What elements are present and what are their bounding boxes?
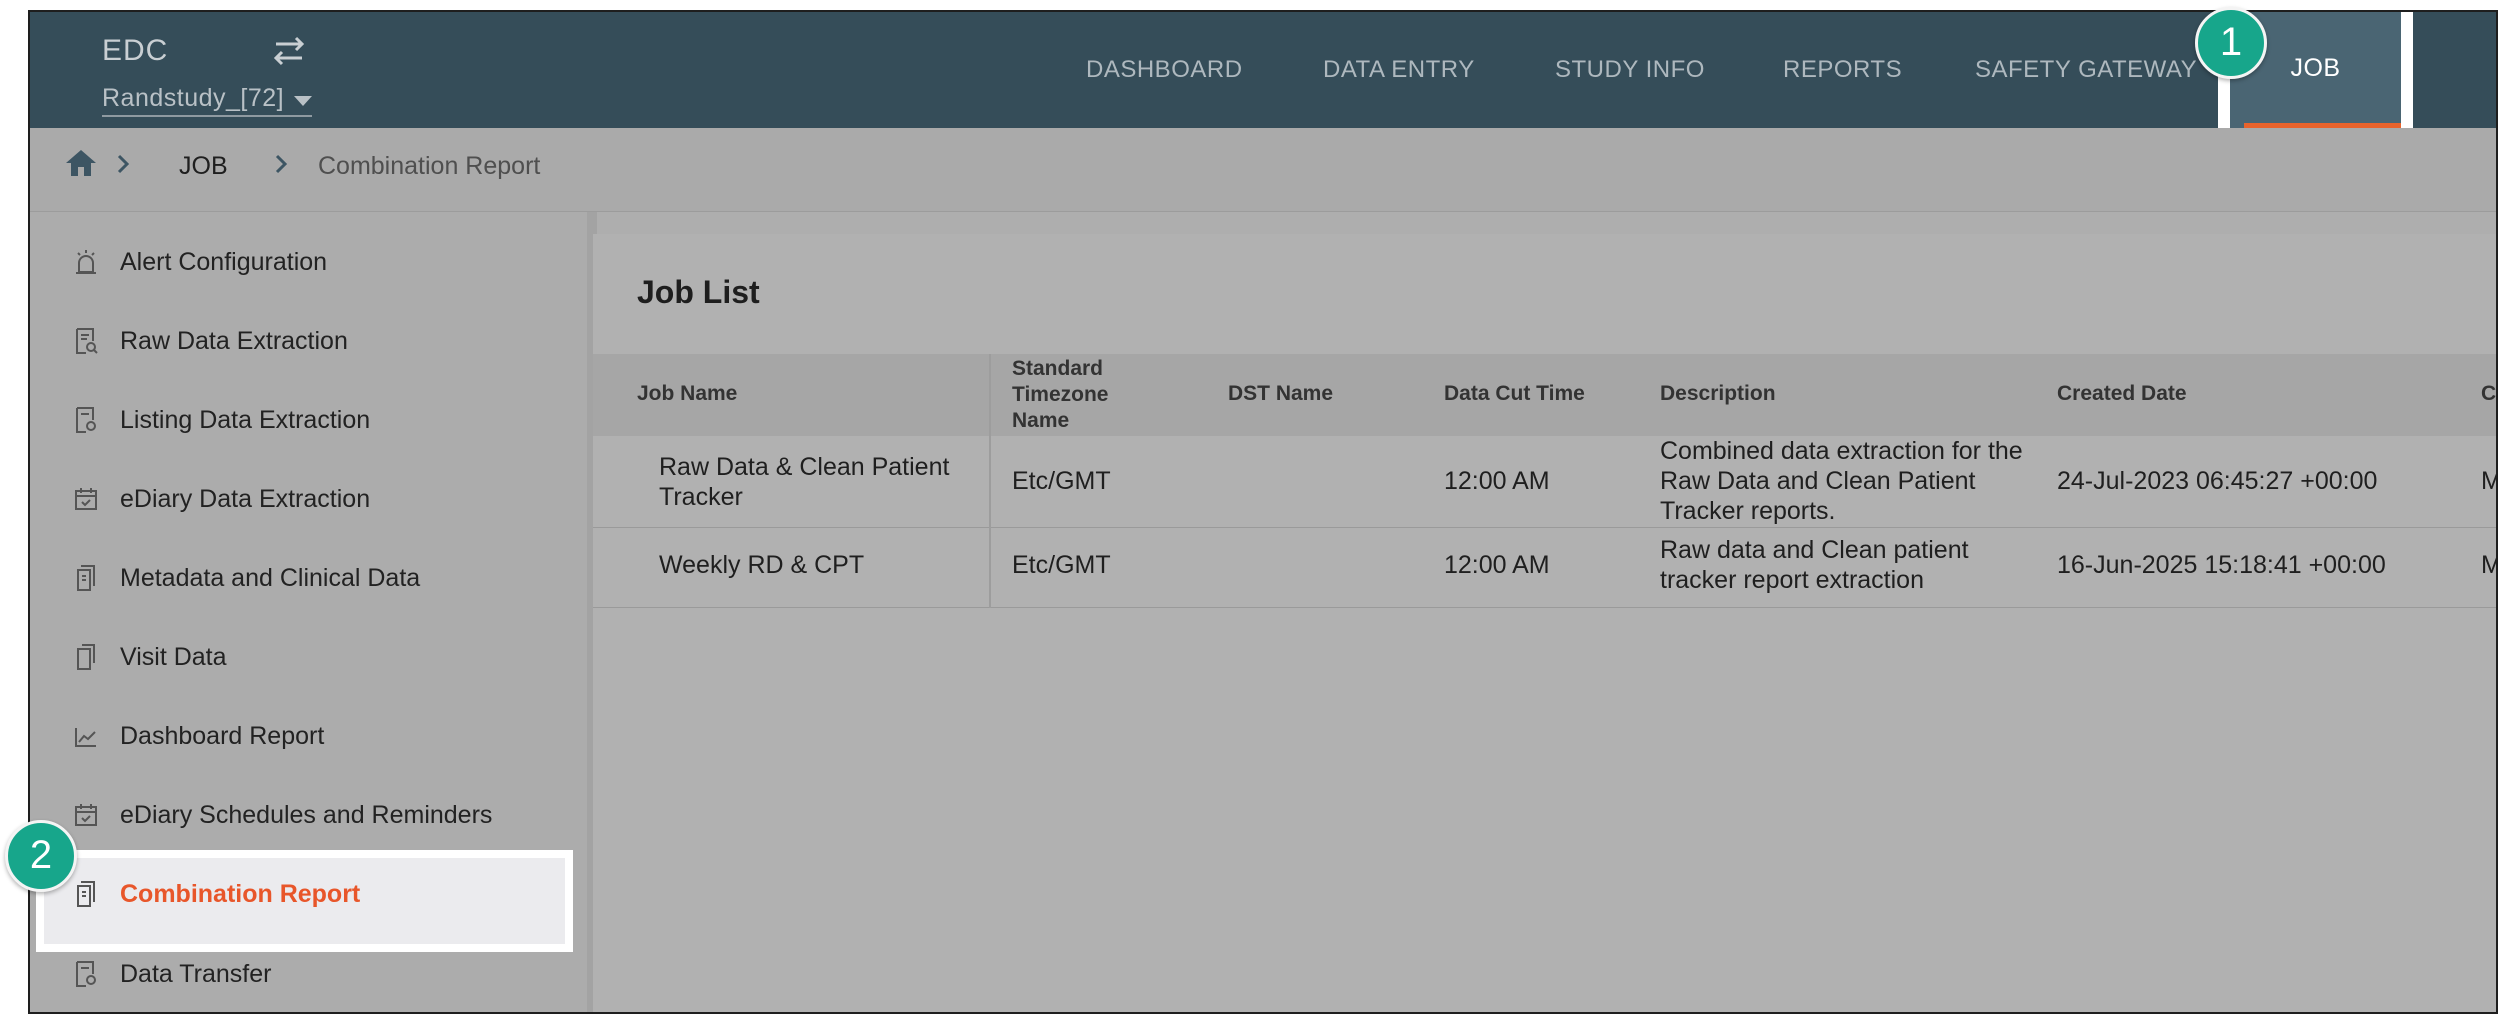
cell-timezone: Etc/GMT [1012,551,1111,579]
callout-badge-1: 1 [2195,7,2267,79]
document-search-icon [76,328,98,354]
breadcrumb: JOB Combination Report [30,128,2496,212]
sidebar-item-label: Visit Data [120,643,227,671]
cell-data-cut-time: 12:00 AM [1444,551,1550,579]
documents-icon [77,565,95,591]
top-navigation-bar: EDC Randstudy_[72] DASHBOARD DATA ENTRY … [30,12,2496,135]
cell-timezone: Etc/GMT [1012,467,1111,495]
documents-icon [77,881,95,907]
study-selector-label: Randstudy_[72] [102,84,285,112]
sidebar-item-alert-configuration[interactable]: Alert Configuration [30,228,587,298]
sidebar-item-raw-data-extraction[interactable]: Raw Data Extraction [30,307,587,377]
nav-data-entry[interactable]: DATA ENTRY [1323,12,1475,128]
job-list-card: Job List Job Name Standard Timezone Name… [593,234,2496,1012]
document-list-icon [76,407,96,433]
nav-dashboard-label: DASHBOARD [1086,56,1243,83]
nav-safety-gateway-label: SAFETY GATEWAY [1975,56,2198,83]
nav-safety-gateway[interactable]: SAFETY GATEWAY [1975,12,2197,128]
sidebar-item-label: eDiary Data Extraction [120,485,371,513]
column-header-dst-name[interactable]: DST Name [1228,382,1333,406]
cell-created-date: 16-Jun-2025 15:18:41 +00:00 [2057,551,2386,579]
cell-description: Combined data extraction for the Raw Dat… [1660,437,2023,525]
nav-study-info-label: STUDY INFO [1555,56,1705,83]
nav-dashboard[interactable]: DASHBOARD [1086,12,1243,128]
cell-data-cut-time: 12:00 AM [1444,467,1550,495]
line-chart-icon [75,728,96,747]
sidebar-item-metadata-and-clinical-data[interactable]: Metadata and Clinical Data [30,544,587,614]
cell-description: Raw data and Clean patient tracker repor… [1660,536,1969,594]
sidebar-item-label: Data Transfer [120,960,272,988]
sidebar-item-label: Dashboard Report [120,722,325,750]
breadcrumb-current: Combination Report [318,152,541,180]
cell-created-by: Ma [2481,550,2496,580]
column-separator [989,436,991,528]
app-name: EDC [102,34,169,67]
sidebar-item-label: Alert Configuration [120,248,328,276]
column-header-created-date[interactable]: Created Date [2057,382,2187,406]
sidebar-item-ediary-data-extraction[interactable]: eDiary Data Extraction [30,465,587,535]
sidebar-item-label: Combination Report [120,880,361,908]
column-resize-handle[interactable] [989,354,991,436]
sidebar-item-label: Metadata and Clinical Data [120,564,421,592]
copy-icon [77,644,95,670]
callout-badge-2: 2 [5,820,77,892]
sidebar-item-combination-report[interactable]: Combination Report [36,850,573,952]
document-transfer-icon [76,961,96,987]
caret-down-icon [294,95,313,106]
column-header-created-by[interactable]: Cre [2481,382,2496,406]
nav-data-entry-label: DATA ENTRY [1323,56,1475,83]
sidebar-item-ediary-schedules-and-reminders[interactable]: eDiary Schedules and Reminders [30,781,587,851]
sidebar: Alert Configuration Raw Data Extraction … [30,212,587,1012]
chevron-right-icon [117,154,130,174]
cell-job-name: Raw Data & Clean Patient Tracker [659,453,950,511]
sidebar-item-data-transfer[interactable]: Data Transfer [30,940,587,1010]
column-header-description[interactable]: Description [1660,382,1776,406]
column-header-data-cut-time[interactable]: Data Cut Time [1444,382,1585,406]
breadcrumb-job[interactable]: JOB [179,152,228,181]
sidebar-item-listing-data-extraction[interactable]: Listing Data Extraction [30,386,587,456]
sidebar-item-label: Listing Data Extraction [120,406,371,434]
table-row[interactable]: Raw Data & Clean Patient Tracker Etc/GMT… [593,436,2496,528]
cell-created-date: 24-Jul-2023 06:45:27 +00:00 [2057,467,2378,495]
table-row[interactable]: Weekly RD & CPT Etc/GMT 12:00 AM Raw dat… [593,528,2496,608]
cell-created-by: Ma [2481,466,2496,496]
sidebar-item-visit-data[interactable]: Visit Data [30,623,587,693]
study-selector[interactable]: Randstudy_[72] [102,84,313,117]
job-list-title: Job List [637,274,760,310]
sidebar-item-label: Raw Data Extraction [120,327,348,355]
column-separator [989,528,991,608]
app-window: EDC Randstudy_[72] DASHBOARD DATA ENTRY … [28,10,2498,1014]
alarm-icon [76,250,96,274]
cell-job-name: Weekly RD & CPT [659,551,865,579]
home-icon[interactable] [64,148,98,178]
swap-arrows-icon[interactable] [268,34,310,68]
calendar-check-icon [75,488,97,510]
chevron-right-icon [275,154,288,174]
column-header-timezone[interactable]: Standard Timezone Name [1012,356,1142,434]
calendar-check-icon [75,804,97,826]
nav-reports-label: REPORTS [1783,56,1903,83]
nav-study-info[interactable]: STUDY INFO [1555,12,1705,128]
nav-reports[interactable]: REPORTS [1783,12,1902,128]
sidebar-item-label: eDiary Schedules and Reminders [120,801,493,829]
sidebar-item-dashboard-report[interactable]: Dashboard Report [30,702,587,772]
table-header: Job Name Standard Timezone Name DST Name… [593,354,2496,436]
column-header-job-name[interactable]: Job Name [637,382,737,406]
